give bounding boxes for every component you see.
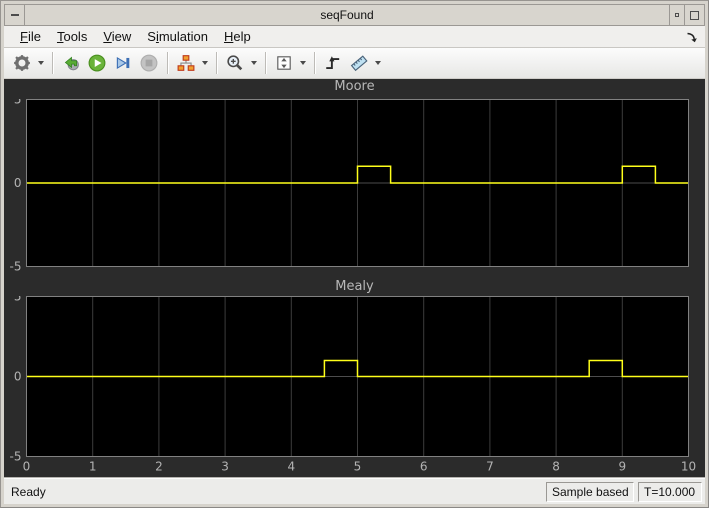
trigger-button[interactable] [320,51,346,75]
svg-text:5: 5 [14,99,22,107]
signal-selector-button[interactable] [173,51,199,75]
svg-text:4: 4 [287,460,295,474]
measurements-ruler-icon [350,55,368,72]
signal-selector-icon [177,55,195,71]
settings-gear-icon [14,55,30,71]
run-icon [88,54,106,72]
step-forward-button[interactable] [110,51,136,75]
status-ready-text: Ready [11,484,46,499]
svg-text:5: 5 [354,460,362,474]
menu-item-tools[interactable]: Tools [49,27,95,46]
menu-item-help[interactable]: Help [216,27,259,46]
menubar: File Tools View Simulation Help [4,26,705,48]
moore-scope-plot[interactable]: 5 0 -5 [4,99,705,271]
toolbar-separator [216,52,217,74]
svg-text:8: 8 [552,460,560,474]
parameters-button[interactable] [9,51,35,75]
svg-text:7: 7 [486,460,494,474]
measurements-button[interactable] [346,51,372,75]
dock-arrow-icon[interactable] [685,31,697,43]
moore-plot-title: Moore [334,79,375,94]
maximize-icon [690,10,699,20]
status-sim-time: T=10.000 [638,481,702,502]
svg-text:9: 9 [618,460,626,474]
zoom-dropdown-caret-icon[interactable] [248,51,260,75]
window-menu-dash-icon [10,14,19,16]
svg-text:1: 1 [89,460,97,474]
highlight-simulink-block-button[interactable] [58,51,84,75]
measurements-dropdown-caret-icon[interactable] [372,51,384,75]
svg-text:10: 10 [681,460,696,474]
toolbar-separator [167,52,168,74]
svg-text:0: 0 [14,176,22,190]
menu-item-simulation[interactable]: Simulation [139,27,216,46]
scope-window: seqFound File Tools View Simulation Help [0,0,709,508]
svg-text:-5: -5 [10,450,22,464]
zoom-in-icon [227,55,243,71]
mealy-plot-title: Mealy [335,279,374,294]
toolbar [4,48,705,79]
autoscale-dropdown-caret-icon[interactable] [297,51,309,75]
status-sample-mode: Sample based [546,481,634,502]
run-button[interactable] [84,51,110,75]
menu-item-view[interactable]: View [95,27,139,46]
highlight-simulink-block-icon [64,56,79,71]
window-menu-button[interactable] [5,5,25,25]
scope-canvas: Moore 5 0 -5 Mealy 5 0 -5 0 1 2 3 4 5 6 7 8 9 10 [4,79,705,478]
svg-text:3: 3 [221,460,229,474]
mealy-scope-plot[interactable]: 50-50 1 2 3 4 5 6 7 8 9 10 [4,296,705,478]
autoscale-icon [277,56,291,70]
maximize-button[interactable] [684,5,704,25]
svg-text:0: 0 [14,370,22,384]
stop-icon [140,54,158,72]
minimize-icon [675,13,679,17]
svg-text:-5: -5 [10,260,22,272]
svg-text:5: 5 [14,296,22,304]
menu-item-file[interactable]: File [12,27,49,46]
stop-button[interactable] [136,51,162,75]
svg-text:2: 2 [155,460,163,474]
titlebar: seqFound [4,4,705,26]
toolbar-separator [265,52,266,74]
svg-text:0: 0 [23,460,31,474]
trigger-icon [326,56,340,70]
signal-selector-dropdown-caret-icon[interactable] [199,51,211,75]
parameters-dropdown-caret-icon[interactable] [35,51,47,75]
window-title: seqFound [320,8,374,22]
toolbar-separator [314,52,315,74]
minimize-button[interactable] [669,5,684,25]
step-forward-icon [116,56,130,70]
autoscale-button[interactable] [271,51,297,75]
statusbar: Ready Sample based T=10.000 [4,478,705,504]
zoom-button[interactable] [222,51,248,75]
svg-text:6: 6 [420,460,428,474]
toolbar-separator [52,52,53,74]
